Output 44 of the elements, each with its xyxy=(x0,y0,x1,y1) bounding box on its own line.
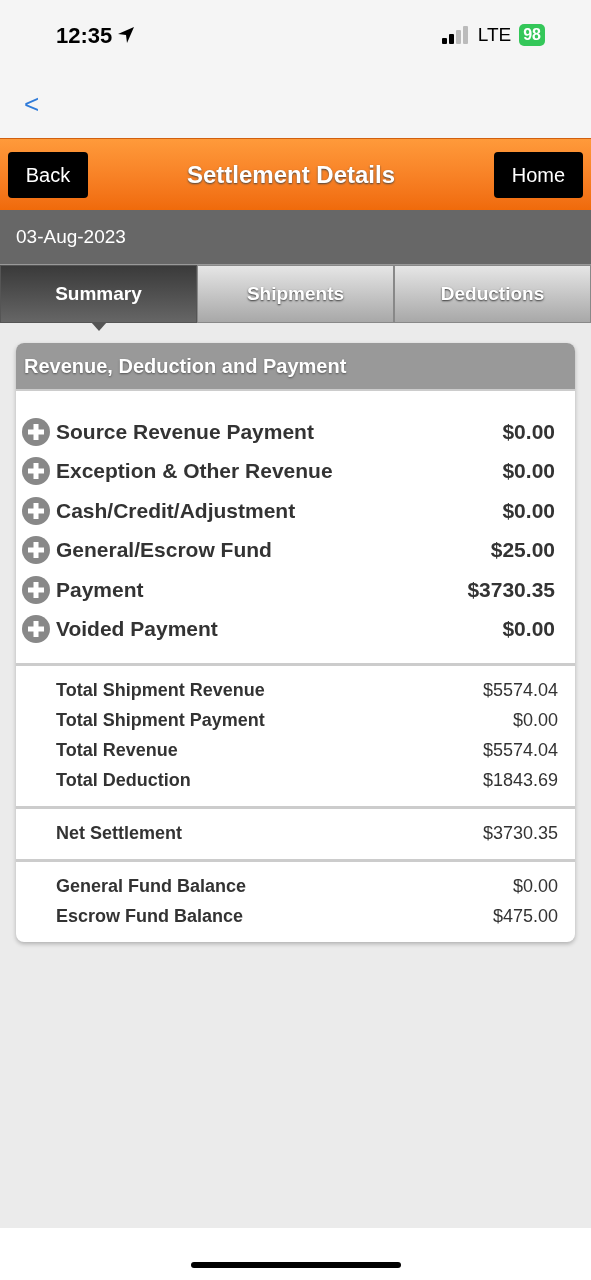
expand-plus-icon[interactable] xyxy=(22,457,50,485)
expand-plus-icon[interactable] xyxy=(22,417,50,446)
total-label: Total Deduction xyxy=(56,769,191,792)
total-value: $0.00 xyxy=(512,709,558,732)
total-label: Net Settlement xyxy=(56,822,183,845)
expand-plus-icon[interactable] xyxy=(22,496,50,525)
tab-pointer-icon xyxy=(90,322,107,331)
item-amount: $0.00 xyxy=(502,497,555,524)
item-label: Source Revenue Payment xyxy=(56,418,314,445)
item-amount: $25.00 xyxy=(490,537,555,564)
total-label: General Fund Balance xyxy=(56,875,247,898)
item-amount: $3730.35 xyxy=(467,576,555,603)
total-value: $3730.35 xyxy=(482,822,558,845)
clock-time: 12:35 xyxy=(56,21,113,50)
network-label: LTE xyxy=(477,22,512,47)
item-amount: $0.00 xyxy=(502,458,555,485)
item-label: Cash/Credit/Adjustment xyxy=(56,497,296,524)
browser-back-link[interactable]: < xyxy=(24,91,40,117)
total-label: Total Shipment Payment xyxy=(56,709,265,732)
location-arrow-icon xyxy=(116,25,137,45)
item-amount: $0.00 xyxy=(502,616,555,643)
battery-indicator: 98 xyxy=(519,24,545,46)
item-amount: $0.00 xyxy=(502,418,555,445)
total-label: Total Revenue xyxy=(56,739,178,762)
total-value: $5574.04 xyxy=(482,739,558,762)
expand-plus-icon[interactable] xyxy=(22,536,50,564)
page-title: Settlement Details xyxy=(186,159,396,190)
total-label: Escrow Fund Balance xyxy=(56,905,244,928)
expand-plus-icon[interactable] xyxy=(22,615,50,643)
total-value: $5574.04 xyxy=(482,679,558,702)
total-value: $475.00 xyxy=(492,905,558,928)
total-value: $1843.69 xyxy=(482,769,558,792)
item-label: Exception & Other Revenue xyxy=(56,458,333,485)
home-button[interactable]: Home xyxy=(494,151,583,198)
back-button[interactable]: Back xyxy=(8,151,88,198)
card-title: Revenue, Deduction and Payment xyxy=(24,354,347,379)
total-value: $0.00 xyxy=(512,875,558,898)
item-label: Payment xyxy=(56,576,144,603)
item-label: General/Escrow Fund xyxy=(56,537,272,564)
settlement-date: 03-Aug-2023 xyxy=(16,224,126,249)
item-label: Voided Payment xyxy=(56,616,218,643)
total-label: Total Shipment Revenue xyxy=(56,679,265,702)
signal-icon xyxy=(441,26,470,44)
expand-plus-icon[interactable] xyxy=(22,575,50,604)
